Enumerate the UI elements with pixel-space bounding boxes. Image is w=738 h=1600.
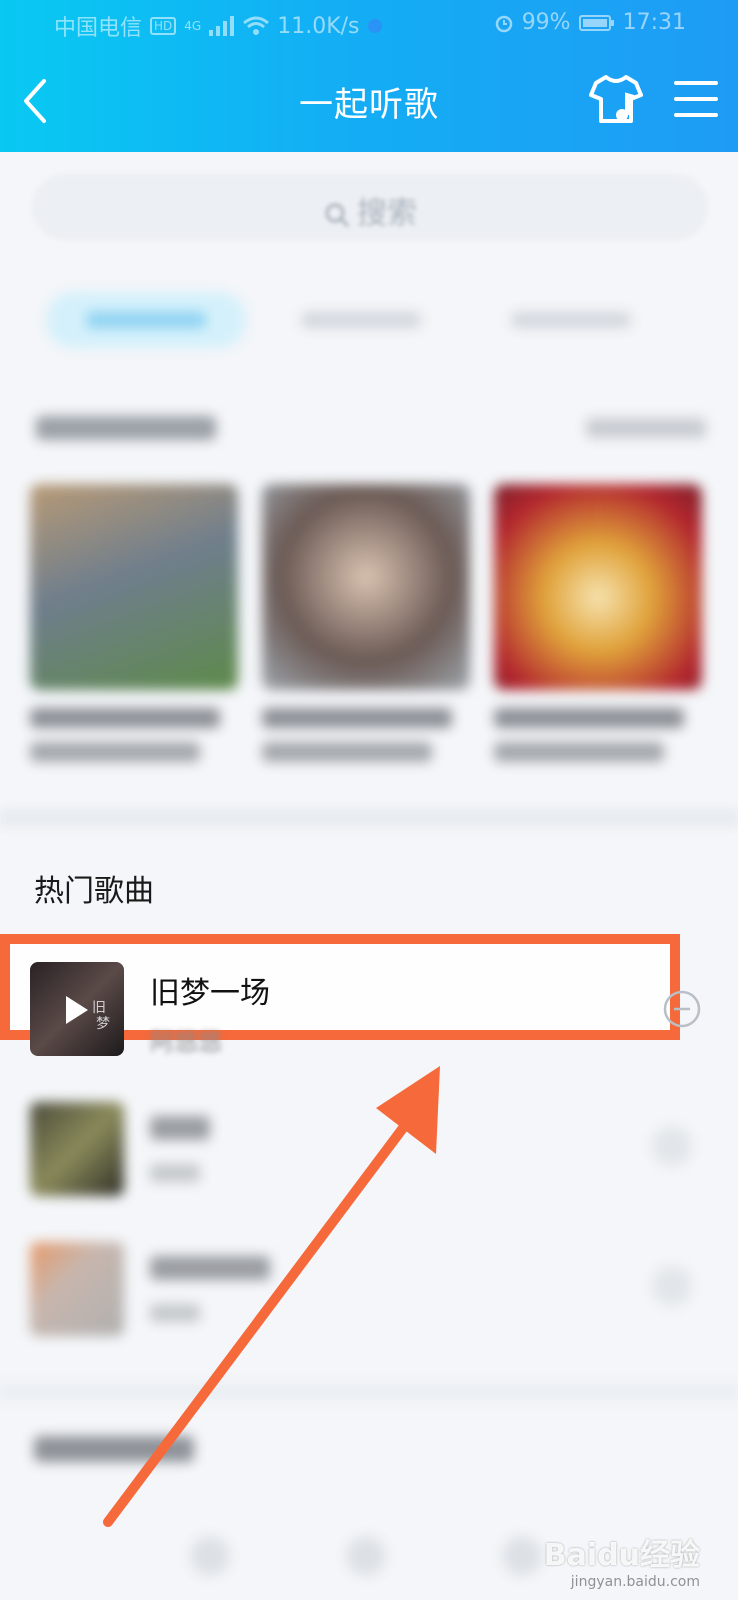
playlist-card[interactable] <box>262 484 470 762</box>
song-thumbnail <box>30 1242 124 1336</box>
status-bar: 中国电信 HD 4G 11.0K/s 99% 17:31 <box>0 0 738 50</box>
app-header: 中国电信 HD 4G 11.0K/s 99% 17:31 一起听歌 <box>0 0 738 152</box>
tab-active[interactable] <box>46 292 246 348</box>
status-right: 99% 17:31 <box>494 10 686 35</box>
section-divider <box>0 1384 738 1400</box>
hd-badge: HD <box>150 17 177 35</box>
search-icon <box>325 203 350 227</box>
carrier-label: 中国电信 <box>54 16 143 41</box>
recommend-title <box>36 416 216 440</box>
bottom-section-title <box>34 1436 194 1462</box>
network-speed: 11.0K/s <box>277 13 360 39</box>
navbar: 一起听歌 <box>0 55 738 150</box>
search-placeholder: 搜索 <box>357 196 417 231</box>
recommend-more[interactable] <box>586 418 706 438</box>
skin-tshirt-icon[interactable] <box>588 71 644 127</box>
section-divider <box>0 808 738 828</box>
category-tabs <box>46 292 696 352</box>
nav-item[interactable] <box>346 1536 386 1576</box>
watermark-url: jingyan.baidu.com <box>570 1574 700 1590</box>
signal-icon <box>209 16 235 36</box>
watermark-brand: Baidu经验 <box>543 1538 700 1573</box>
song-item[interactable] <box>0 1084 738 1204</box>
playlist-cards <box>30 484 710 784</box>
svg-text:旧: 旧 <box>92 1000 106 1016</box>
search-bar[interactable]: 搜索 <box>32 174 708 240</box>
song-item[interactable] <box>0 1224 738 1344</box>
playlist-cover <box>494 484 702 690</box>
playlist-cover <box>30 484 238 690</box>
tab-third[interactable] <box>506 292 636 348</box>
song-thumbnail: 旧 梦 <box>30 962 124 1056</box>
song-item[interactable]: 旧 梦 旧梦一场 阿悠悠 <box>0 944 738 1064</box>
recommend-section-header <box>36 410 706 450</box>
search-inner: 搜索 <box>32 188 708 232</box>
tab-second[interactable] <box>296 292 426 348</box>
annotation-arrow <box>103 1066 440 1527</box>
song-thumbnail <box>30 1102 124 1196</box>
shield-icon <box>367 19 382 33</box>
svg-text:梦: 梦 <box>96 1016 110 1032</box>
status-left: 中国电信 HD 4G 11.0K/s <box>54 10 382 42</box>
playlist-cover <box>262 484 470 690</box>
baidu-watermark: Baidu经验 jingyan.baidu.com <box>544 1530 700 1590</box>
clock: 17:31 <box>622 10 686 35</box>
nav-item[interactable] <box>190 1536 230 1576</box>
battery-icon <box>578 14 614 31</box>
battery-percent: 99% <box>521 10 571 35</box>
nav-item[interactable] <box>502 1536 542 1576</box>
network-label: 4G <box>184 19 202 33</box>
hot-songs-title: 热门歌曲 <box>34 874 154 909</box>
alarm-icon <box>495 15 512 32</box>
song-name: 旧梦一场 <box>150 976 270 1011</box>
add-icon[interactable] <box>662 989 702 1029</box>
playlist-card[interactable] <box>30 484 238 762</box>
play-icon: 旧 梦 <box>66 996 110 1032</box>
wifi-icon <box>243 16 270 35</box>
menu-icon[interactable] <box>672 75 720 123</box>
song-artist: 阿悠悠 <box>150 1028 222 1056</box>
playlist-card[interactable] <box>494 484 702 762</box>
